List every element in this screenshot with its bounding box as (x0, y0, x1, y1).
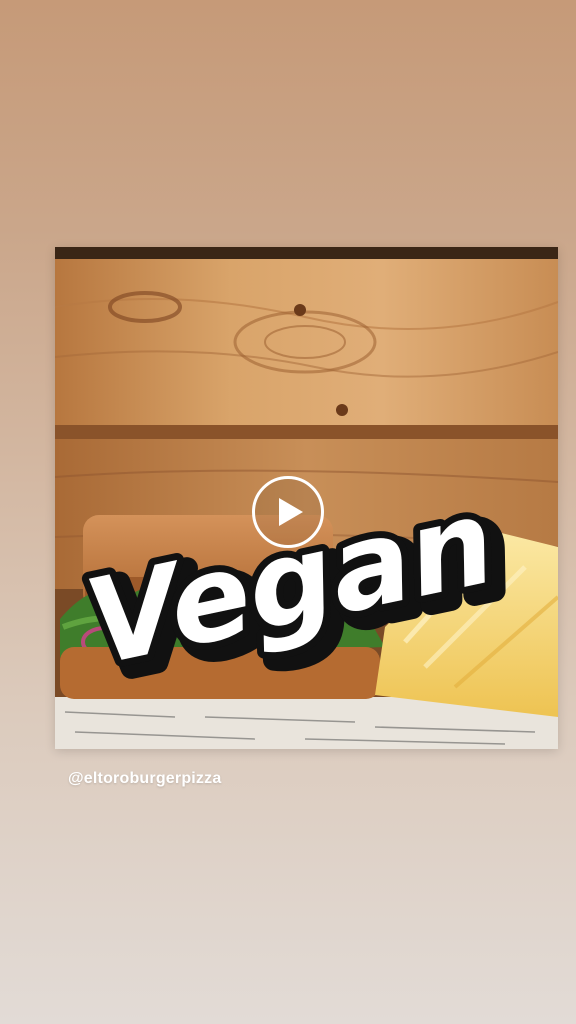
play-button[interactable] (252, 476, 324, 548)
play-icon (279, 498, 303, 526)
mention-tag[interactable]: @eltoroburgerpizza (68, 770, 221, 788)
